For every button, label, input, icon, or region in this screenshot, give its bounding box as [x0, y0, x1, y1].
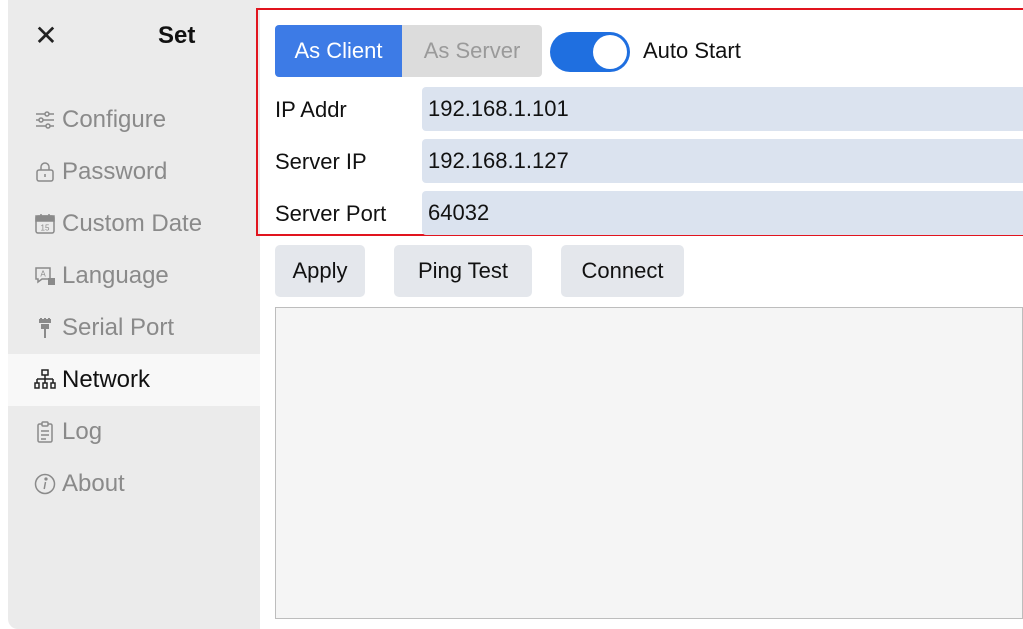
apply-button[interactable]: Apply [275, 245, 365, 297]
auto-start-toggle[interactable] [550, 32, 630, 72]
sidebar-item-label: Network [62, 366, 151, 393]
info-icon [30, 469, 60, 499]
as-client-button[interactable]: As Client [275, 25, 402, 77]
sidebar-title: Set [158, 22, 196, 49]
ping-test-button[interactable]: Ping Test [394, 245, 532, 297]
sliders-icon [30, 105, 60, 135]
sidebar-item-custom-date[interactable]: 15 Custom Date [8, 198, 260, 250]
server-ip-label: Server IP [275, 149, 367, 174]
as-server-button[interactable]: As Server [402, 25, 542, 77]
sidebar-item-label: Custom Date [62, 210, 203, 237]
language-glyph-label: A [40, 270, 46, 279]
lock-icon [30, 157, 60, 187]
ip-addr-input[interactable]: 192.168.1.101 [422, 87, 1023, 131]
sidebar: ✕ Set Configure Password 15 Custom Date … [8, 0, 260, 629]
server-port-input[interactable]: 64032 [422, 191, 1023, 235]
sidebar-item-language[interactable]: A Language [8, 250, 260, 302]
auto-start-label: Auto Start [643, 38, 741, 63]
sidebar-item-serial-port[interactable]: Serial Port [8, 302, 260, 354]
sidebar-item-label: Configure [62, 106, 167, 133]
sidebar-item-network[interactable]: Network [8, 354, 260, 406]
calendar-icon: 15 [30, 209, 60, 239]
close-button[interactable]: ✕ [30, 18, 62, 54]
log-output-area[interactable] [275, 307, 1023, 619]
sidebar-item-label: Log [62, 418, 103, 445]
sidebar-item-about[interactable]: About [8, 458, 260, 510]
sidebar-item-password[interactable]: Password [8, 146, 260, 198]
log-icon [30, 417, 60, 447]
calendar-day-label: 15 [41, 224, 50, 233]
toggle-knob [593, 35, 627, 69]
sidebar-item-label: About [62, 470, 125, 497]
sidebar-item-log[interactable]: Log [8, 406, 260, 458]
language-icon: A [30, 261, 60, 291]
ip-addr-label: IP Addr [275, 97, 347, 122]
sidebar-item-label: Password [62, 158, 168, 185]
sidebar-item-label: Serial Port [62, 314, 175, 341]
serial-port-icon [30, 313, 60, 343]
close-icon: ✕ [34, 20, 58, 51]
sidebar-item-label: Language [62, 262, 169, 289]
server-ip-input[interactable]: 192.168.1.127 [422, 139, 1023, 183]
connect-button[interactable]: Connect [561, 245, 684, 297]
server-port-label: Server Port [275, 201, 387, 226]
network-icon [30, 365, 60, 395]
sidebar-item-configure[interactable]: Configure [8, 94, 260, 146]
